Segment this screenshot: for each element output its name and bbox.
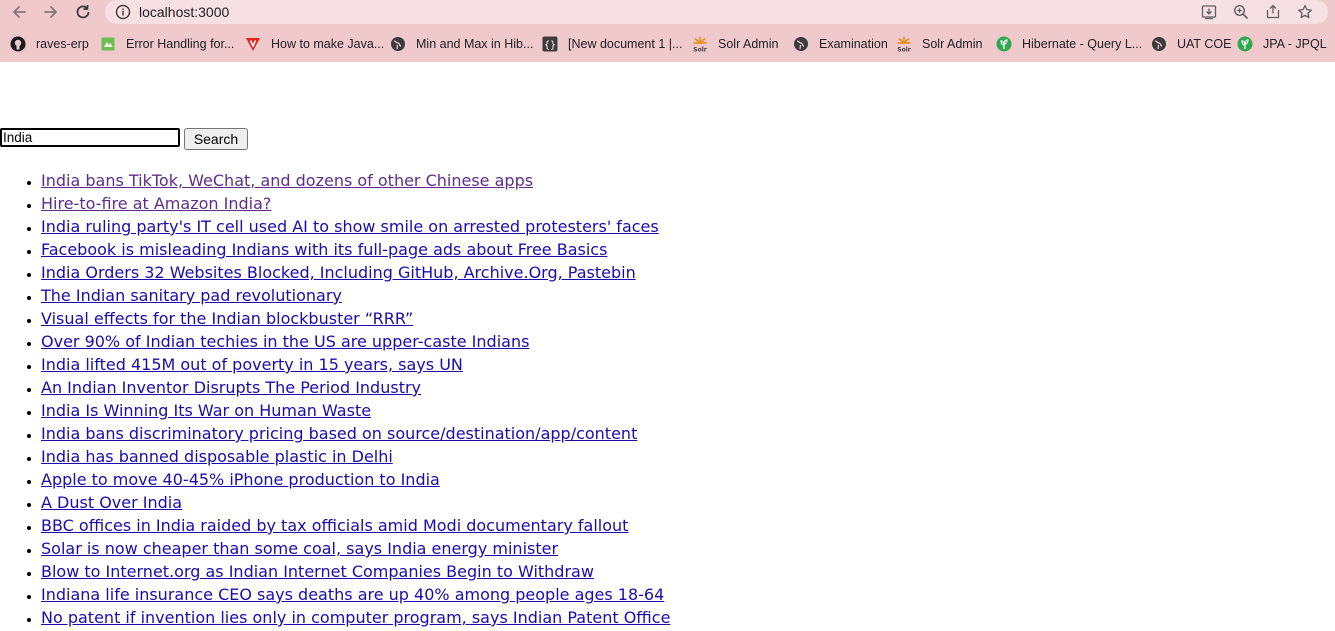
result-link[interactable]: No patent if invention lies only in comp… [41,608,670,627]
back-button[interactable] [7,0,31,24]
bookmark-item[interactable]: JPA - JPQL [1237,32,1327,56]
bookmark-item[interactable]: raves-erp [10,32,89,56]
result-link[interactable]: BBC offices in India raided by tax offic… [41,516,628,535]
bookmark-item[interactable]: Hibernate - Query L... [996,32,1142,56]
bookmark-item[interactable]: How to make Java... [245,32,384,56]
bookmark-star-icon[interactable] [1296,3,1314,21]
share-icon[interactable] [1264,3,1282,21]
braces-icon: {} [542,36,558,52]
result-link[interactable]: Visual effects for the Indian blockbuste… [41,309,413,328]
list-item: Solar is now cheaper than some coal, say… [41,537,670,560]
list-item: Visual effects for the Indian blockbuste… [41,307,670,330]
result-link[interactable]: Solar is now cheaper than some coal, say… [41,539,558,558]
result-link[interactable]: India lifted 415M out of poverty in 15 y… [41,355,463,374]
zoom-icon[interactable] [1232,3,1250,21]
result-link[interactable]: The Indian sanitary pad revolutionary [41,286,342,305]
list-item: Indiana life insurance CEO says deaths a… [41,583,670,606]
list-item: Over 90% of Indian techies in the US are… [41,330,670,353]
bookmark-item[interactable]: {} [New document 1 |... [542,32,682,56]
list-item: No patent if invention lies only in comp… [41,606,670,629]
list-item: India Is Winning Its War on Human Waste [41,399,670,422]
solr-icon: Solr [896,36,912,52]
list-item: Hire-to-fire at Amazon India? [41,192,670,215]
reload-button[interactable] [71,0,95,24]
reload-icon [76,5,90,19]
bookmark-item[interactable]: Min and Max in Hib... [390,32,533,56]
bookmark-item[interactable]: Examination [793,32,888,56]
list-item: India bans discriminatory pricing based … [41,422,670,445]
globe-icon [793,36,809,52]
result-link[interactable]: India ruling party's IT cell used AI to … [41,217,659,236]
results-list: India bans TikTok, WeChat, and dozens of… [0,169,670,629]
result-link[interactable]: Indiana life insurance CEO says deaths a… [41,585,664,604]
list-item: An Indian Inventor Disrupts The Period I… [41,376,670,399]
svg-text:Solr: Solr [693,47,707,53]
github-icon [10,36,26,52]
result-link[interactable]: A Dust Over India [41,493,182,512]
globe-icon [390,36,406,52]
bookmark-item[interactable]: Solr Solr Admin [692,32,778,56]
result-link[interactable]: Over 90% of Indian techies in the US are… [41,332,529,351]
green-leaf-icon [996,36,1012,52]
list-item: Blow to Internet.org as Indian Internet … [41,560,670,583]
page-icon [100,36,116,52]
list-item: A Dust Over India [41,491,670,514]
green-leaf-icon [1237,36,1253,52]
list-item: The Indian sanitary pad revolutionary [41,284,670,307]
result-link[interactable]: Apple to move 40-45% iPhone production t… [41,470,440,489]
svg-text:{}: {} [544,40,556,51]
info-icon[interactable] [115,4,131,20]
list-item: India Orders 32 Websites Blocked, Includ… [41,261,670,284]
result-link[interactable]: Hire-to-fire at Amazon India? [41,194,271,213]
list-item: Apple to move 40-45% iPhone production t… [41,468,670,491]
result-link[interactable]: India Orders 32 Websites Blocked, Includ… [41,263,636,282]
result-link[interactable]: India bans TikTok, WeChat, and dozens of… [41,171,533,190]
forward-button[interactable] [39,0,63,24]
list-item: India lifted 415M out of poverty in 15 y… [41,353,670,376]
browser-chrome: localhost:3000 raves-erp Error Handling … [0,0,1335,62]
bookmark-item[interactable]: Solr Solr Admin [896,32,982,56]
svg-text:Solr: Solr [897,47,911,53]
search-input[interactable] [0,128,180,147]
list-item: BBC offices in India raided by tax offic… [41,514,670,537]
search-button[interactable]: Search [184,128,248,150]
list-item: India has banned disposable plastic in D… [41,445,670,468]
list-item: India ruling party's IT cell used AI to … [41,215,670,238]
result-link[interactable]: India Is Winning Its War on Human Waste [41,401,371,420]
result-link[interactable]: Blow to Internet.org as Indian Internet … [41,562,594,581]
install-app-icon[interactable] [1200,3,1218,21]
globe-icon [1151,36,1167,52]
list-item: Facebook is misleading Indians with its … [41,238,670,261]
bookmark-item[interactable]: UAT COE [1151,32,1231,56]
red-v-icon [245,36,261,52]
forward-arrow-icon [44,6,57,18]
back-arrow-icon [13,6,26,18]
browser-toolbar: localhost:3000 [0,0,1335,26]
address-url: localhost:3000 [139,4,230,20]
result-link[interactable]: India bans discriminatory pricing based … [41,424,637,443]
bookmarks-bar: raves-erp Error Handling for... How to m… [0,32,1335,56]
solr-icon: Solr [692,36,708,52]
result-link[interactable]: An Indian Inventor Disrupts The Period I… [41,378,421,397]
result-link[interactable]: India has banned disposable plastic in D… [41,447,393,466]
list-item: India bans TikTok, WeChat, and dozens of… [41,169,670,192]
bookmark-item[interactable]: Error Handling for... [100,32,234,56]
result-link[interactable]: Facebook is misleading Indians with its … [41,240,607,259]
address-bar[interactable]: localhost:3000 [105,0,1328,24]
